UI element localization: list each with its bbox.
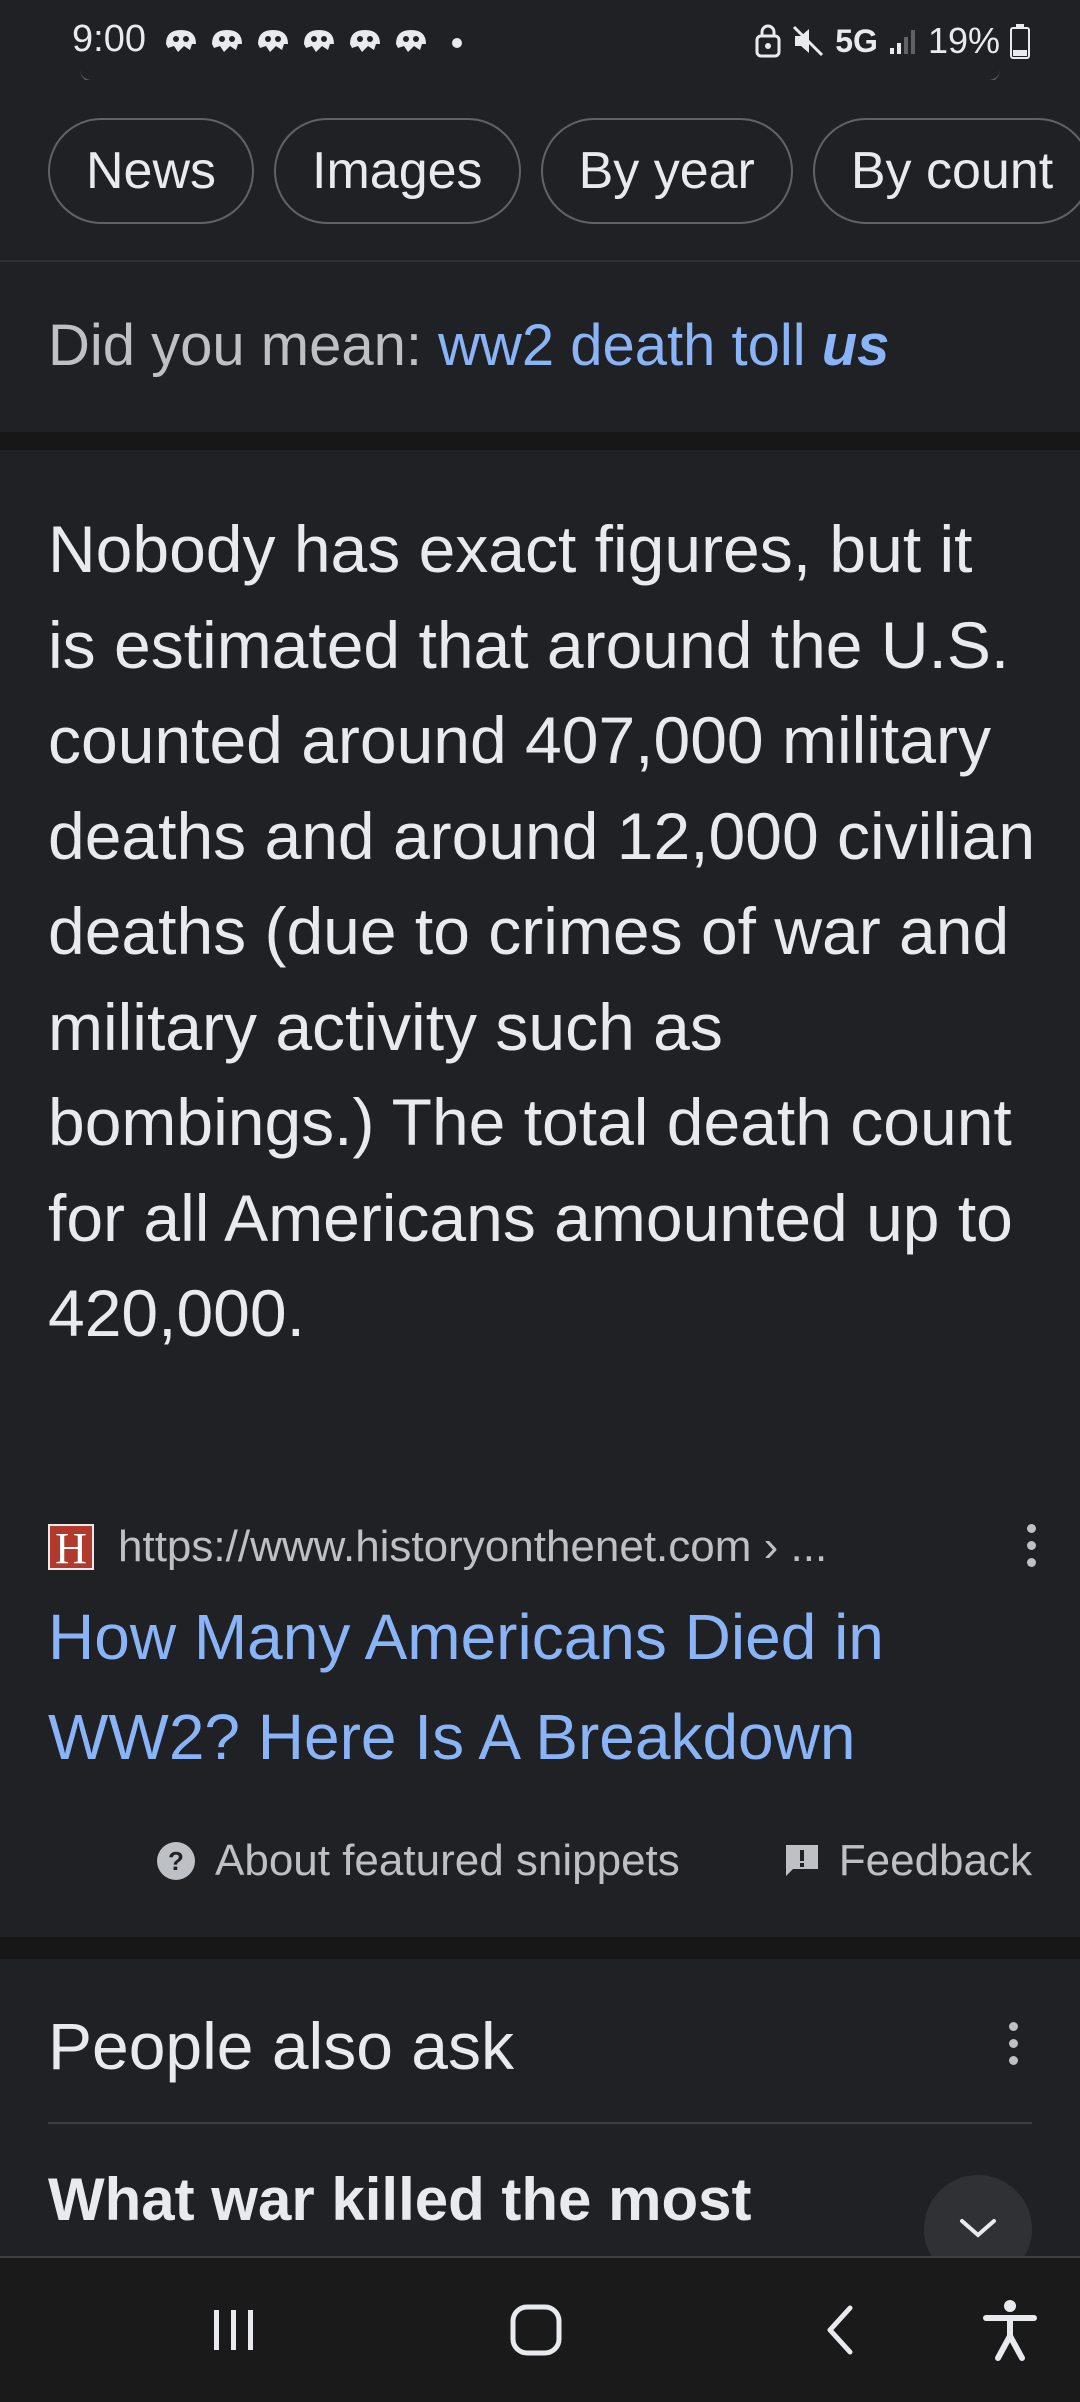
help-icon: ? <box>157 1842 195 1880</box>
feedback-button[interactable]: Feedback <box>783 1836 1032 1886</box>
snippet-text: Nobody has exact figures, but it is esti… <box>48 512 1036 1350</box>
did-you-mean-suggestion[interactable]: ww2 death toll us <box>438 313 889 378</box>
people-also-ask: People also ask What war killed the most… <box>0 1960 1080 2260</box>
battery-icon <box>1010 24 1030 59</box>
app-notification-icon <box>166 30 196 52</box>
battery-percent: 19% <box>927 20 1000 61</box>
chip-news[interactable]: News <box>48 118 255 224</box>
paa-title: People also ask <box>48 2009 514 2083</box>
filter-chips-bar: News Images By year By count <box>0 80 1080 262</box>
app-notification-icon <box>304 30 334 52</box>
chevron-down-icon <box>960 2219 996 2238</box>
source-url[interactable]: https://www.historyonthenet.com › ... <box>118 1522 827 1572</box>
chip-images[interactable]: Images <box>274 118 521 224</box>
home-button[interactable] <box>476 2258 596 2402</box>
network-label: 5G <box>835 22 878 59</box>
mute-icon <box>793 25 824 57</box>
did-you-mean: Did you mean: ww2 death toll us <box>0 262 1080 432</box>
snippet-source[interactable]: H https://www.historyonthenet.com › ... <box>48 1520 1038 1574</box>
recents-icon <box>214 2310 253 2350</box>
site-favicon: H <box>48 1524 94 1572</box>
paa-expand-button[interactable] <box>924 2175 1032 2260</box>
back-icon <box>827 2305 853 2355</box>
section-divider <box>0 432 1080 450</box>
signal-icon <box>889 30 915 54</box>
did-you-mean-prefix: Did you mean: <box>48 313 439 378</box>
notification-icons <box>162 24 430 58</box>
paa-more-options-icon[interactable] <box>1006 2022 1020 2065</box>
status-right: 5G 19% <box>755 20 1030 62</box>
home-icon <box>510 2304 562 2356</box>
app-notification-icon <box>350 30 380 52</box>
about-featured-snippets[interactable]: ? About featured snippets <box>155 1836 680 1886</box>
app-notification-icon <box>396 30 426 52</box>
accessibility-button[interactable] <box>950 2258 1070 2402</box>
featured-snippet: Nobody has exact figures, but it is esti… <box>0 452 1080 1937</box>
app-notification-icon <box>258 30 288 52</box>
paa-divider <box>48 2122 1032 2124</box>
more-notifications-dot <box>452 38 462 48</box>
system-nav-bar <box>0 2256 1080 2402</box>
paa-question[interactable]: What war killed the most Americans? <box>48 2160 908 2260</box>
result-title-link[interactable]: How Many Americans Died in WW2? Here Is … <box>48 1587 1028 1787</box>
chip-by-country[interactable]: By count <box>812 118 1080 224</box>
accessibility-icon <box>983 2300 1037 2361</box>
feedback-icon <box>785 1845 818 1876</box>
svg-text:?: ? <box>168 1846 184 1876</box>
section-divider <box>0 1937 1080 1959</box>
snippet-footer: ? About featured snippets Feedback <box>0 1836 1080 1906</box>
back-button[interactable] <box>780 2258 900 2402</box>
status-time: 9:00 <box>72 18 146 60</box>
result-more-options-icon[interactable] <box>1024 1524 1038 1567</box>
app-notification-icon <box>212 30 242 52</box>
status-bar: 9:00 5G 19% <box>0 0 1080 82</box>
recents-button[interactable] <box>174 2258 294 2402</box>
chip-by-year[interactable]: By year <box>540 118 793 224</box>
alarm-lock-icon <box>755 24 781 58</box>
